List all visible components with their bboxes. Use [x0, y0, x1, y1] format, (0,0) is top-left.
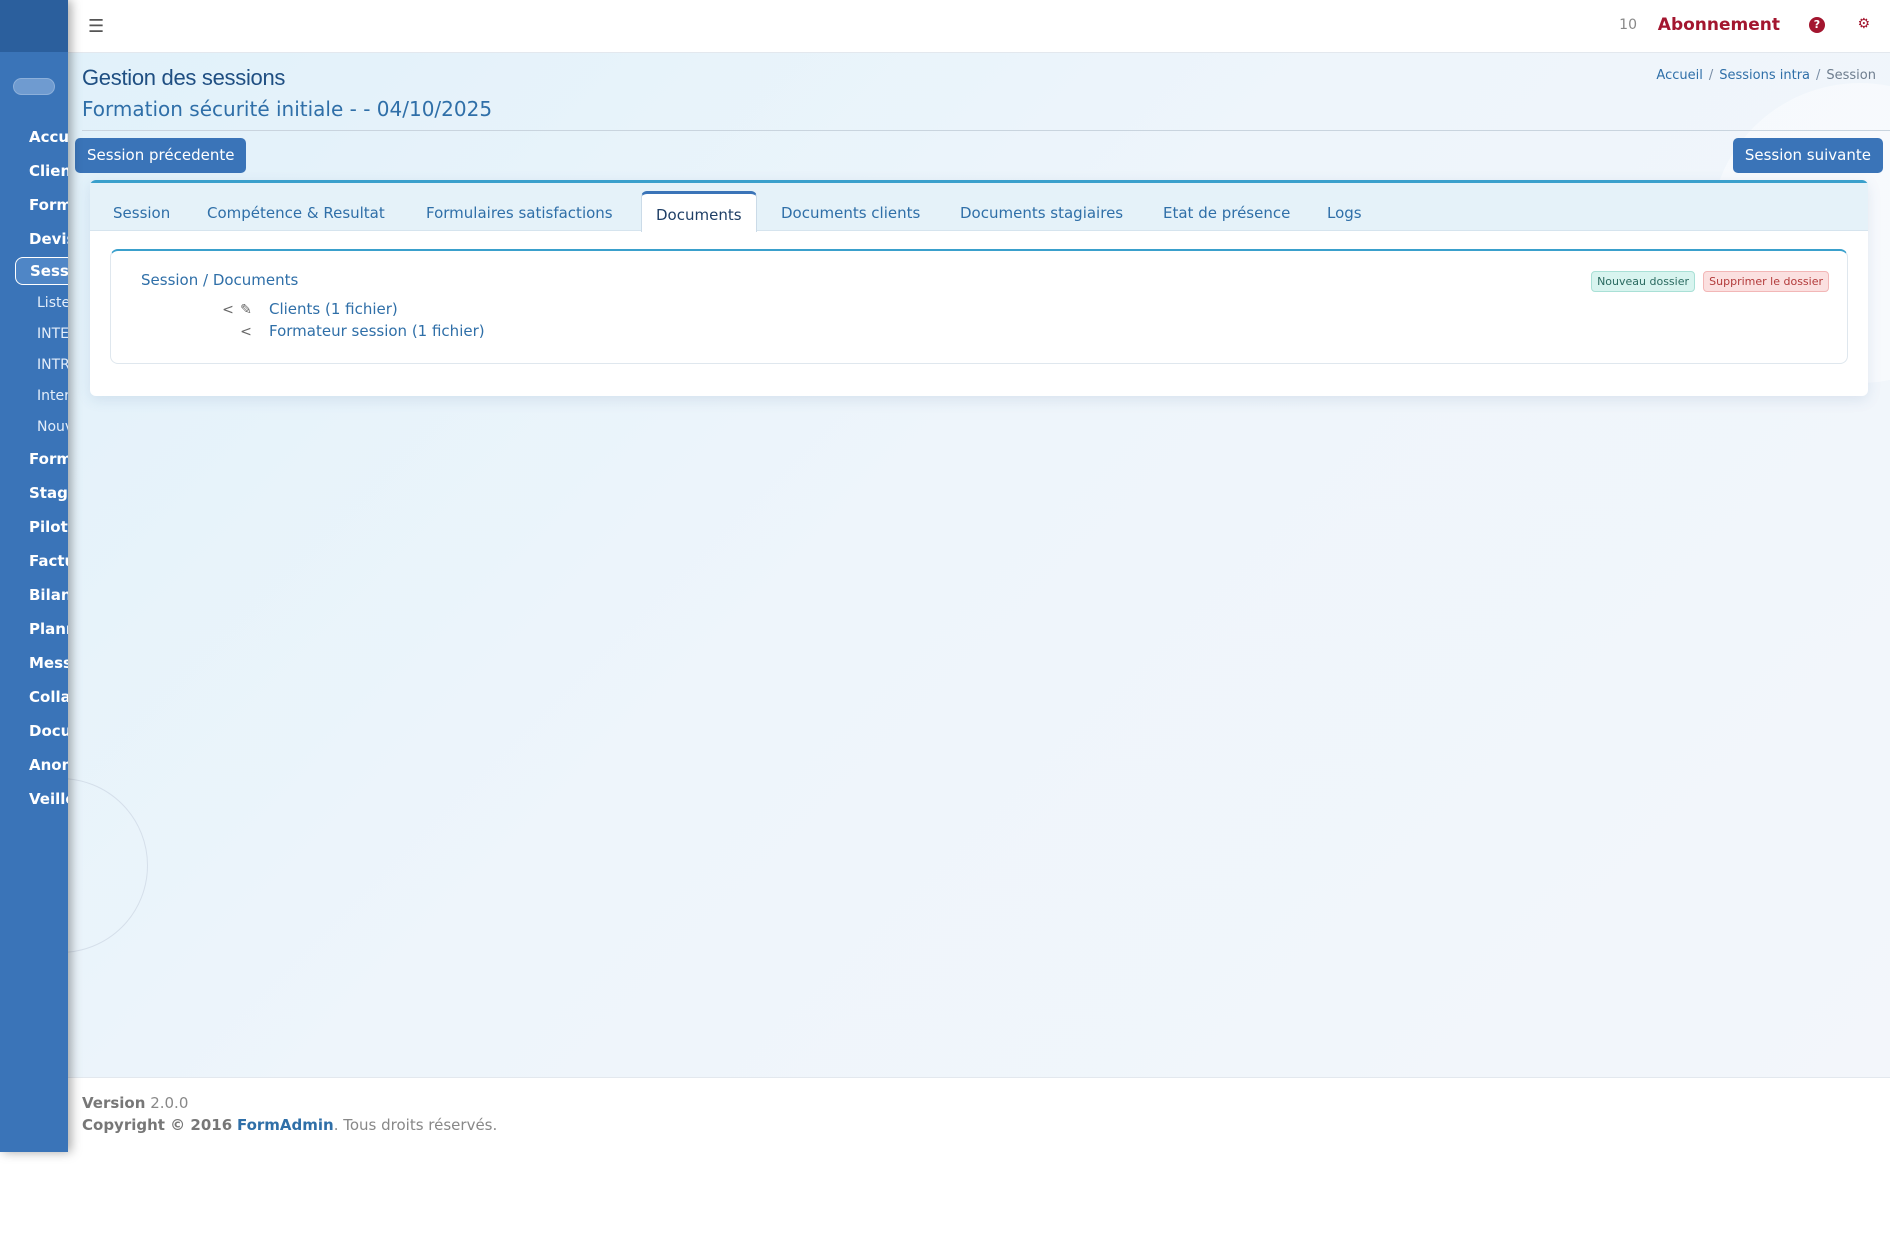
page-title: Gestion des sessions	[82, 65, 286, 90]
session-tabs: Session Compétence & Resultat Formulaire…	[90, 183, 1868, 232]
next-session-button[interactable]: Session suivante	[1732, 138, 1883, 173]
sidebar-item-anomalies[interactable]: Anomalies	[29, 756, 68, 774]
tab-documents-clients[interactable]: Documents clients	[781, 195, 920, 231]
footer-version: Version 2.0.0	[82, 1094, 188, 1112]
sidebar-item-sessions[interactable]: Sessions	[15, 257, 68, 285]
folder-link-clients[interactable]: Clients (1 fichier)	[269, 300, 398, 318]
share-icon[interactable]: <	[219, 302, 237, 318]
sidebar: Accueil Clients Formations Devis Session…	[0, 0, 68, 1152]
footer-version-number: 2.0.0	[150, 1094, 189, 1112]
folder-row: < ✎ Clients (1 fichier)	[219, 300, 398, 318]
footer-copyright-text: Copyright © 2016	[82, 1116, 233, 1134]
breadcrumb-separator: /	[1816, 68, 1821, 83]
sidebar-item-collaborateurs[interactable]: Collaborateurs	[29, 688, 68, 706]
subscription-link[interactable]: Abonnement	[1658, 15, 1780, 35]
footer-copyright: Copyright © 2016 FormAdmin. Tous droits …	[82, 1116, 497, 1134]
delete-folder-button[interactable]: Supprimer le dossier	[1703, 271, 1829, 292]
session-card: Session Compétence & Resultat Formulaire…	[90, 180, 1868, 396]
sidebar-item-documents[interactable]: Documents	[29, 722, 68, 740]
tab-competence-resultat[interactable]: Compétence & Resultat	[207, 195, 385, 231]
breadcrumb-sessions-intra[interactable]: Sessions intra	[1719, 68, 1810, 83]
breadcrumb: Accueil / Sessions intra / Session	[1656, 68, 1876, 83]
sidebar-item-devis[interactable]: Devis	[29, 230, 68, 248]
sidebar-subitem-liste[interactable]: Liste	[37, 295, 68, 311]
share-icon[interactable]: <	[237, 324, 255, 340]
help-icon[interactable]: ?	[1809, 17, 1825, 33]
sidebar-subitem-nouvelle[interactable]: Nouvelle	[37, 419, 68, 435]
sidebar-item-stagiaires[interactable]: Stagiaires	[29, 484, 68, 502]
sidebar-item-clients[interactable]: Clients	[29, 162, 68, 180]
sidebar-subitem-inter[interactable]: INTER	[37, 326, 68, 342]
previous-session-button[interactable]: Session précedente	[75, 138, 247, 173]
sidebar-item-veille[interactable]: Veille	[29, 790, 68, 808]
sidebar-item-bilan[interactable]: Bilan	[29, 586, 68, 604]
tab-formulaires-satisfactions[interactable]: Formulaires satisfactions	[426, 195, 613, 231]
folder-row: < Formateur session (1 fichier)	[237, 322, 485, 340]
tab-session[interactable]: Session	[113, 195, 170, 231]
footer-version-label: Version	[82, 1094, 146, 1112]
pencil-icon[interactable]: ✎	[237, 302, 255, 318]
documents-panel: Session / Documents Nouveau dossier Supp…	[110, 249, 1848, 364]
new-folder-button[interactable]: Nouveau dossier	[1591, 271, 1695, 292]
main-content: Gestion des sessions Formation sécurité …	[68, 53, 1890, 1078]
sidebar-item-planning[interactable]: Planning	[29, 620, 68, 638]
breadcrumb-separator: /	[1708, 68, 1714, 83]
footer: Version 2.0.0 Copyright © 2016 FormAdmin…	[68, 1077, 1890, 1152]
tab-logs[interactable]: Logs	[1327, 195, 1362, 231]
user-settings-icon[interactable]: ⚙	[1857, 16, 1870, 32]
sidebar-item-facturation[interactable]: Facturation	[29, 552, 68, 570]
sidebar-subitem-interne[interactable]: Interne	[37, 388, 68, 404]
tab-documents-stagiaires[interactable]: Documents stagiaires	[960, 195, 1123, 231]
sidebar-subitem-intra[interactable]: INTRA	[37, 357, 68, 373]
documents-path: Session / Documents	[141, 271, 299, 289]
menu-toggle-icon[interactable]: ☰	[88, 16, 104, 37]
page-subtitle: Formation sécurité initiale - - 04/10/20…	[82, 97, 493, 121]
sidebar-brand	[0, 0, 68, 52]
sidebar-item-formations[interactable]: Formations	[29, 196, 68, 214]
tab-etat-de-presence[interactable]: Etat de présence	[1163, 195, 1290, 231]
breadcrumb-current: Session	[1826, 68, 1876, 83]
sidebar-search-toggle[interactable]	[13, 78, 55, 95]
folder-link-formateur-session[interactable]: Formateur session (1 fichier)	[269, 322, 485, 340]
sidebar-item-formateurs[interactable]: Formateurs	[29, 450, 68, 468]
footer-brand-link[interactable]: FormAdmin	[237, 1116, 334, 1134]
title-divider	[82, 130, 1890, 131]
breadcrumb-accueil[interactable]: Accueil	[1656, 68, 1702, 83]
top-bar: ☰ 10 Abonnement ? ⚙	[68, 0, 1890, 53]
sidebar-item-pilotage[interactable]: Pilotage	[29, 518, 68, 536]
footer-rights: . Tous droits réservés.	[333, 1116, 498, 1134]
background-circle-decoration	[68, 778, 148, 953]
sidebar-item-accueil[interactable]: Accueil	[29, 128, 68, 146]
notification-count[interactable]: 10	[1619, 17, 1637, 33]
sidebar-item-messagerie[interactable]: Messagerie	[29, 654, 68, 672]
tab-documents[interactable]: Documents	[641, 191, 757, 232]
